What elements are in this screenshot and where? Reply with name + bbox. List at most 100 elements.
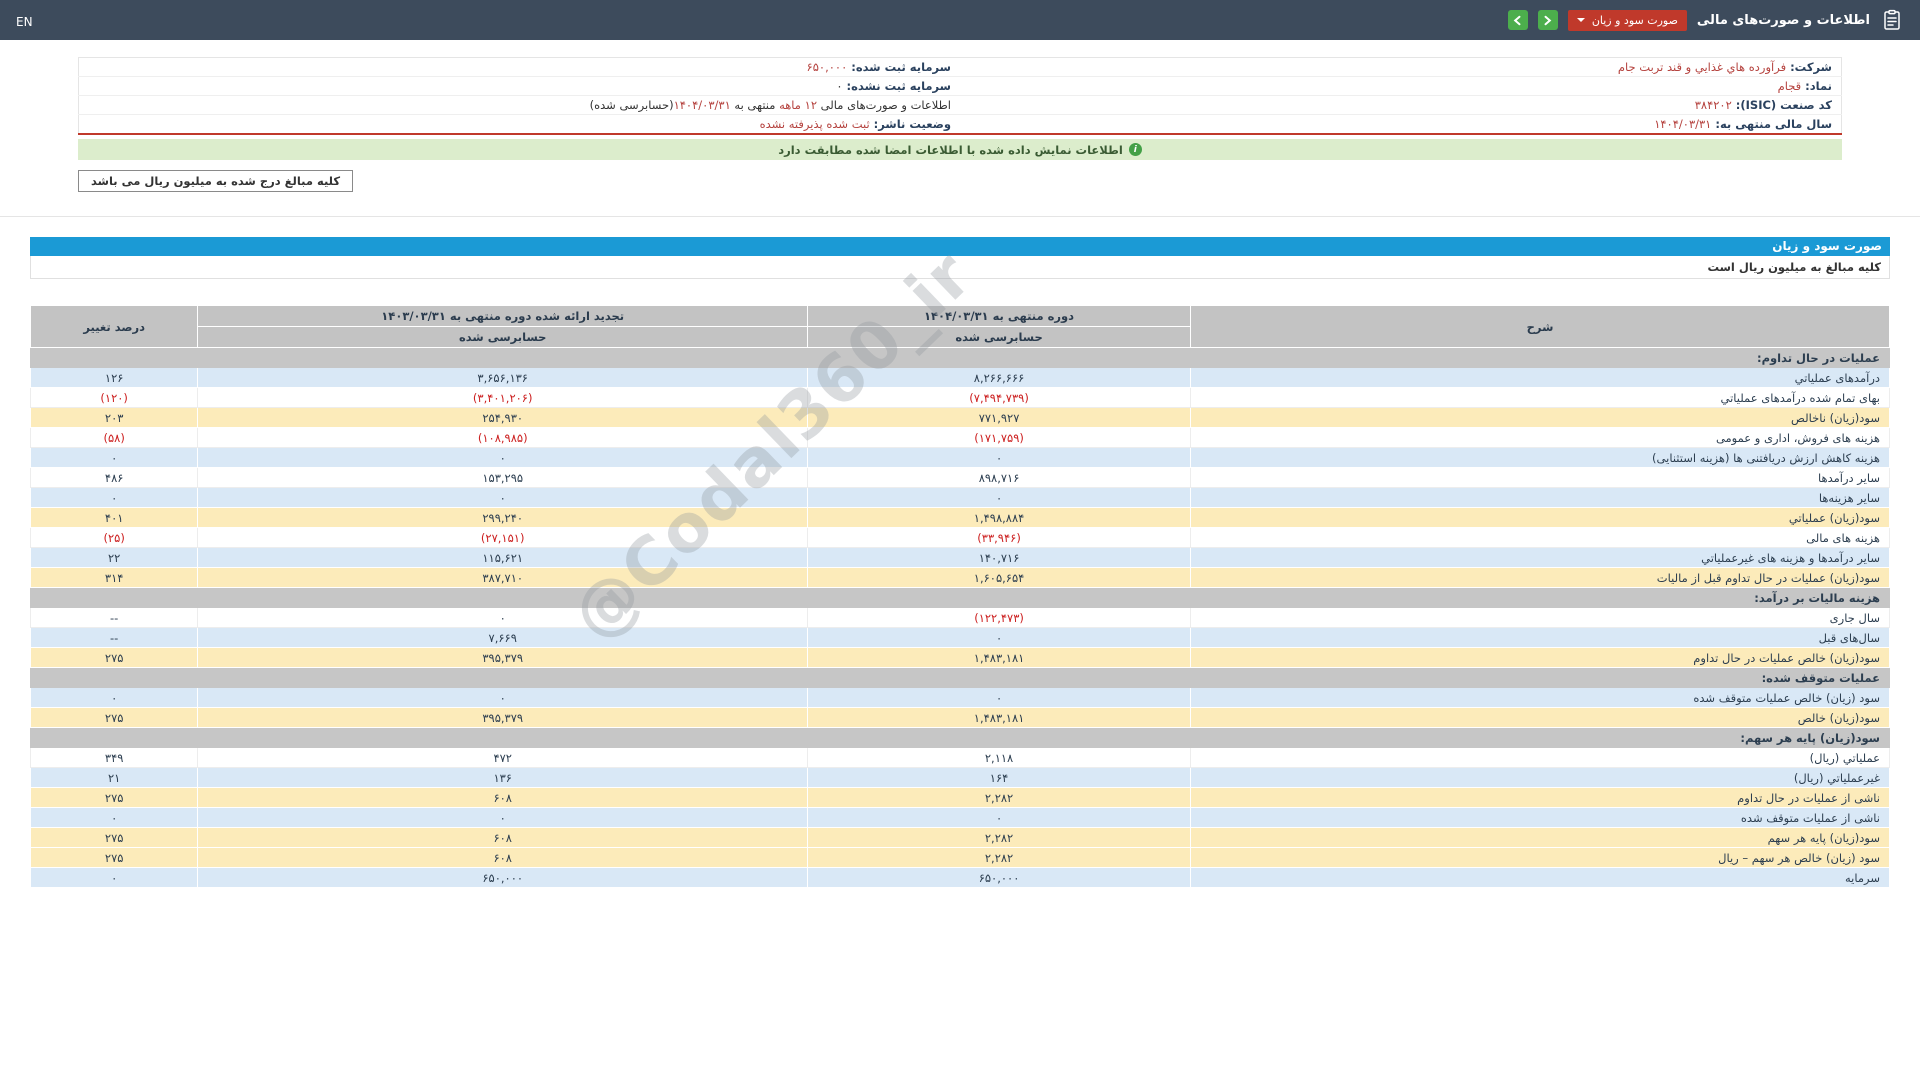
row-description: سایر هزینه‌ها [1190, 487, 1890, 508]
row-description: سود(زیان) عملیات در حال تداوم قبل از مال… [1190, 567, 1890, 588]
value-percent-change: ۲۷۵ [29, 827, 199, 848]
currency-note-row: کلیه مبالغ درج شده به میلیون ریال می باش… [78, 170, 1842, 192]
value-current-period: ۸۹۸,۷۱۶ [807, 467, 1192, 488]
company-info-cell-right: شرکت: فرآورده هاي غذايي و قند تربت جام [960, 57, 1842, 77]
info-value: ۶۵۰,۰۰۰ [806, 60, 848, 74]
row-description: سال جاری [1190, 607, 1890, 628]
section-divider [0, 216, 1920, 217]
language-toggle[interactable]: EN [16, 15, 33, 29]
row-description: سال‌های قبل [1190, 627, 1890, 648]
company-info-row: کد صنعت (ISIC): ۳۸۴۲۰۲ اطلاعات و صورت‌های… [78, 95, 1842, 115]
value-prior-period: (۱۰۸,۹۸۵) [197, 427, 809, 448]
next-statement-button[interactable] [1537, 10, 1558, 30]
statement-tbody: عملیات در حال تداوم: درآمدهای عملیاتي ۸,۲۶… [29, 347, 1890, 888]
value-percent-change: ۲۷۵ [29, 847, 199, 868]
value-prior-period: ۶۰۸ [197, 847, 809, 868]
page: اطلاعات و صورت‌های مالی صورت سود و زیان … [0, 0, 1920, 1080]
company-info-cell-left: سرمایه ثبت شده: ۶۵۰,۰۰۰ [78, 57, 960, 77]
value-percent-change: ۰ [29, 867, 199, 888]
row-description: درآمدهای عملیاتي [1190, 367, 1890, 388]
value-percent-change: -- [29, 607, 199, 628]
statement-data-row: ناشی از عملیات متوقف شده ۰ ۰ ۰ [29, 807, 1890, 828]
value-percent-change: ۰ [29, 687, 199, 708]
value-prior-period: ۶۵۰,۰۰۰ [197, 867, 809, 888]
row-description: سود(زیان) ناخالص [1190, 407, 1890, 428]
value-percent-change: ۰ [29, 807, 199, 828]
statement-table: شرح دوره منتهی به ۱۴۰۴/۰۳/۳۱ تجدید ارائه… [29, 305, 1890, 888]
statement-data-row: هزینه های مالی (۳۳,۹۴۶) (۲۷,۱۵۱) (۲۵) [29, 527, 1890, 548]
value-prior-period: ۰ [197, 687, 809, 708]
value-prior-period: ۱۱۵,۶۲۱ [197, 547, 809, 568]
chevron-right-icon [1544, 15, 1552, 25]
prev-statement-button[interactable] [1507, 10, 1528, 30]
value-prior-period: ۴۷۲ [197, 747, 809, 768]
value-percent-change: ۳۴۹ [29, 747, 199, 768]
value-percent-change: ۴۰۱ [29, 507, 199, 528]
value-percent-change: ۲۷۵ [29, 647, 199, 668]
value-percent-change: ۲۰۳ [29, 407, 199, 428]
statement-type-dropdown[interactable]: صورت سود و زیان [1567, 9, 1687, 31]
currency-note: کلیه مبالغ درج شده به میلیون ریال می باش… [78, 170, 354, 192]
value-prior-period: ۲۹۹,۲۴۰ [197, 507, 809, 528]
row-description: سود(زیان) عملیاتي [1190, 507, 1890, 528]
row-description: بهای تمام شده درآمدهای عملیاتي [1190, 387, 1890, 408]
statement-data-row: درآمدهای عملیاتي ۸,۲۶۶,۶۶۶ ۳,۶۵۶,۱۳۶ ۱۲۶ [29, 367, 1890, 388]
statement-data-row: سود (زیان) خالص عملیات متوقف شده ۰ ۰ ۰ [29, 687, 1890, 708]
value-percent-change: ۰ [29, 487, 199, 508]
info-value: ۳۸۴۲۰۲ [1694, 98, 1732, 112]
value-current-period: ۷۷۱,۹۲۷ [807, 407, 1192, 428]
company-info-row: سال مالی منتهی به: ۱۴۰۴/۰۳/۳۱ وضعیت ناشر:… [78, 114, 1842, 135]
value-current-period: (۱۷۱,۷۵۹) [807, 427, 1192, 448]
value-prior-period: ۰ [197, 487, 809, 508]
info-value: (حسابرسی شده) [589, 98, 674, 112]
statement-table-head: شرح دوره منتهی به ۱۴۰۴/۰۳/۳۱ تجدید ارائه… [29, 305, 1890, 348]
value-current-period: ۱۴۰,۷۱۶ [807, 547, 1192, 568]
statement-data-row: سود(زیان) عملیاتي ۱,۴۹۸,۸۸۴ ۲۹۹,۲۴۰ ۴۰۱ [29, 507, 1890, 528]
value-current-period: ۲,۲۸۲ [807, 827, 1192, 848]
value-prior-period: ۰ [197, 447, 809, 468]
value-percent-change: ۲۲ [29, 547, 199, 568]
company-info-row: نماد: قجام سرمایه ثبت نشده: ۰ [78, 76, 1842, 96]
value-current-period: ۲,۲۸۲ [807, 847, 1192, 868]
company-info-cell-right: کد صنعت (ISIC): ۳۸۴۲۰۲ [960, 95, 1842, 115]
company-info-panel: شرکت: فرآورده هاي غذايي و قند تربت جام سر… [78, 57, 1842, 192]
value-prior-period: (۲۷,۱۵۱) [197, 527, 809, 548]
value-prior-period: ۳۸۷,۷۱۰ [197, 567, 809, 588]
value-prior-period: ۳,۶۵۶,۱۳۶ [197, 367, 809, 388]
row-description: ناشی از عملیات در حال تداوم [1190, 787, 1890, 808]
info-label: وضعیت ناشر: [869, 117, 951, 131]
company-info-cell-left: اطلاعات و صورت‌های مالی ۱۲ ماهه منتهی به… [78, 95, 960, 115]
column-header-prior-period: تجدید ارائه شده دوره منتهی به ۱۴۰۳/۰۳/۳۱ [197, 305, 809, 327]
row-description: هزینه های مالی [1190, 527, 1890, 548]
value-current-period: ۱,۴۹۸,۸۸۴ [807, 507, 1192, 528]
info-label: کد صنعت (ISIC): [1731, 98, 1832, 112]
company-info-row: شرکت: فرآورده هاي غذايي و قند تربت جام سر… [78, 57, 1842, 77]
statement-section-row: سود(زیان) پایه هر سهم: [30, 727, 1890, 748]
value-current-period: (۷,۴۹۴,۷۳۹) [807, 387, 1192, 408]
info-label: سرمایه ثبت شده: [847, 60, 951, 74]
info-label: سال مالی منتهی به: [1711, 117, 1832, 131]
value-percent-change: ۱۲۶ [29, 367, 199, 388]
statement-data-row: سود(زیان) پایه هر سهم ۲,۲۸۲ ۶۰۸ ۲۷۵ [29, 827, 1890, 848]
statement-data-row: بهای تمام شده درآمدهای عملیاتي (۷,۴۹۴,۷۳۹… [29, 387, 1890, 408]
company-info-cell-right: نماد: قجام [960, 76, 1842, 96]
row-description: عملیاتي (ریال) [1190, 747, 1890, 768]
signature-match-banner: i اطلاعات نمایش داده شده با اطلاعات امضا… [78, 139, 1842, 160]
statement-data-row: سرمایه ۶۵۰,۰۰۰ ۶۵۰,۰۰۰ ۰ [29, 867, 1890, 888]
row-description: سایر درآمدها و هزینه های غیرعملیاتي [1190, 547, 1890, 568]
value-percent-change: (۱۲۰) [29, 387, 199, 408]
subheader-audited-prior: حسابرسی شده [197, 326, 809, 348]
value-prior-period: ۰ [197, 607, 809, 628]
value-percent-change: (۵۸) [29, 427, 199, 448]
info-label: سرمایه ثبت نشده: [842, 79, 951, 93]
statement-data-row: سود(زیان) ناخالص ۷۷۱,۹۲۷ ۲۵۴,۹۳۰ ۲۰۳ [29, 407, 1890, 428]
navbar-right-group: اطلاعات و صورت‌های مالی صورت سود و زیان [1507, 8, 1904, 32]
value-prior-period: (۳,۴۰۱,۲۰۶) [197, 387, 809, 408]
value-prior-period: ۶۰۸ [197, 827, 809, 848]
value-current-period: ۰ [807, 807, 1192, 828]
value-current-period: ۰ [807, 627, 1192, 648]
row-description: سایر درآمدها [1190, 467, 1890, 488]
value-current-period: ۱,۶۰۵,۶۵۴ [807, 567, 1192, 588]
value-current-period: (۳۳,۹۴۶) [807, 527, 1192, 548]
row-description: سود (زیان) خالص هر سهم – ریال [1190, 847, 1890, 868]
